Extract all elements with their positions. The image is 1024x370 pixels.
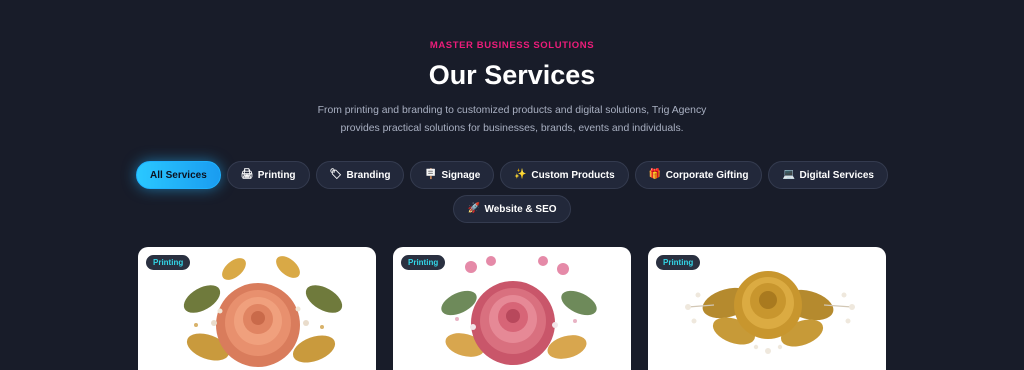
laptop-icon: 💻 bbox=[782, 169, 795, 180]
section-subtitle: From printing and branding to customized… bbox=[317, 105, 707, 134]
printer-icon: 🖨 bbox=[240, 169, 254, 180]
filter-label: All Services bbox=[150, 169, 207, 181]
service-filter-bar-row-2: 🚀 Website & SEO bbox=[0, 195, 1024, 223]
category-badge: Printing bbox=[401, 255, 446, 270]
service-filter-bar: All Services 🖨 Printing 🏷 Branding 🪧 Sig… bbox=[0, 161, 1024, 189]
gift-icon: 🎁 bbox=[648, 169, 662, 180]
filter-label: Custom Products bbox=[531, 169, 615, 181]
filter-branding[interactable]: 🏷 Branding bbox=[315, 161, 405, 189]
filter-label: Printing bbox=[257, 169, 296, 181]
filter-label: Signage bbox=[441, 169, 481, 181]
filter-corporate-gifting[interactable]: 🎁 Corporate Gifting bbox=[634, 161, 763, 189]
service-card[interactable]: Printing bbox=[648, 247, 886, 370]
service-card[interactable]: Printing bbox=[393, 247, 631, 370]
filter-label: Corporate Gifting bbox=[665, 169, 749, 181]
service-card[interactable]: Printing bbox=[138, 247, 376, 370]
filter-website-seo[interactable]: 🚀 Website & SEO bbox=[453, 195, 571, 223]
sparkles-icon: ✨ bbox=[514, 169, 527, 180]
service-card-grid: Printing Printing Printing bbox=[0, 247, 1024, 370]
section-eyebrow: MASTER BUSINESS SOLUTIONS bbox=[429, 40, 595, 51]
page-title: Our Services bbox=[428, 60, 596, 90]
category-badge: Printing bbox=[146, 255, 191, 270]
filter-label: Website & SEO bbox=[484, 203, 557, 215]
rocket-icon: 🚀 bbox=[467, 203, 480, 214]
tag-icon: 🏷 bbox=[329, 169, 343, 180]
filter-printing[interactable]: 🖨 Printing bbox=[226, 161, 310, 189]
filter-digital-services[interactable]: 💻 Digital Services bbox=[768, 161, 888, 189]
category-badge: Printing bbox=[656, 255, 701, 270]
filter-all-services[interactable]: All Services bbox=[136, 161, 221, 189]
filter-signage[interactable]: 🪧 Signage bbox=[410, 161, 495, 189]
filter-custom-products[interactable]: ✨ Custom Products bbox=[500, 161, 629, 189]
signpost-icon: 🪧 bbox=[424, 169, 437, 180]
filter-label: Branding bbox=[346, 169, 391, 181]
filter-label: Digital Services bbox=[799, 169, 874, 181]
